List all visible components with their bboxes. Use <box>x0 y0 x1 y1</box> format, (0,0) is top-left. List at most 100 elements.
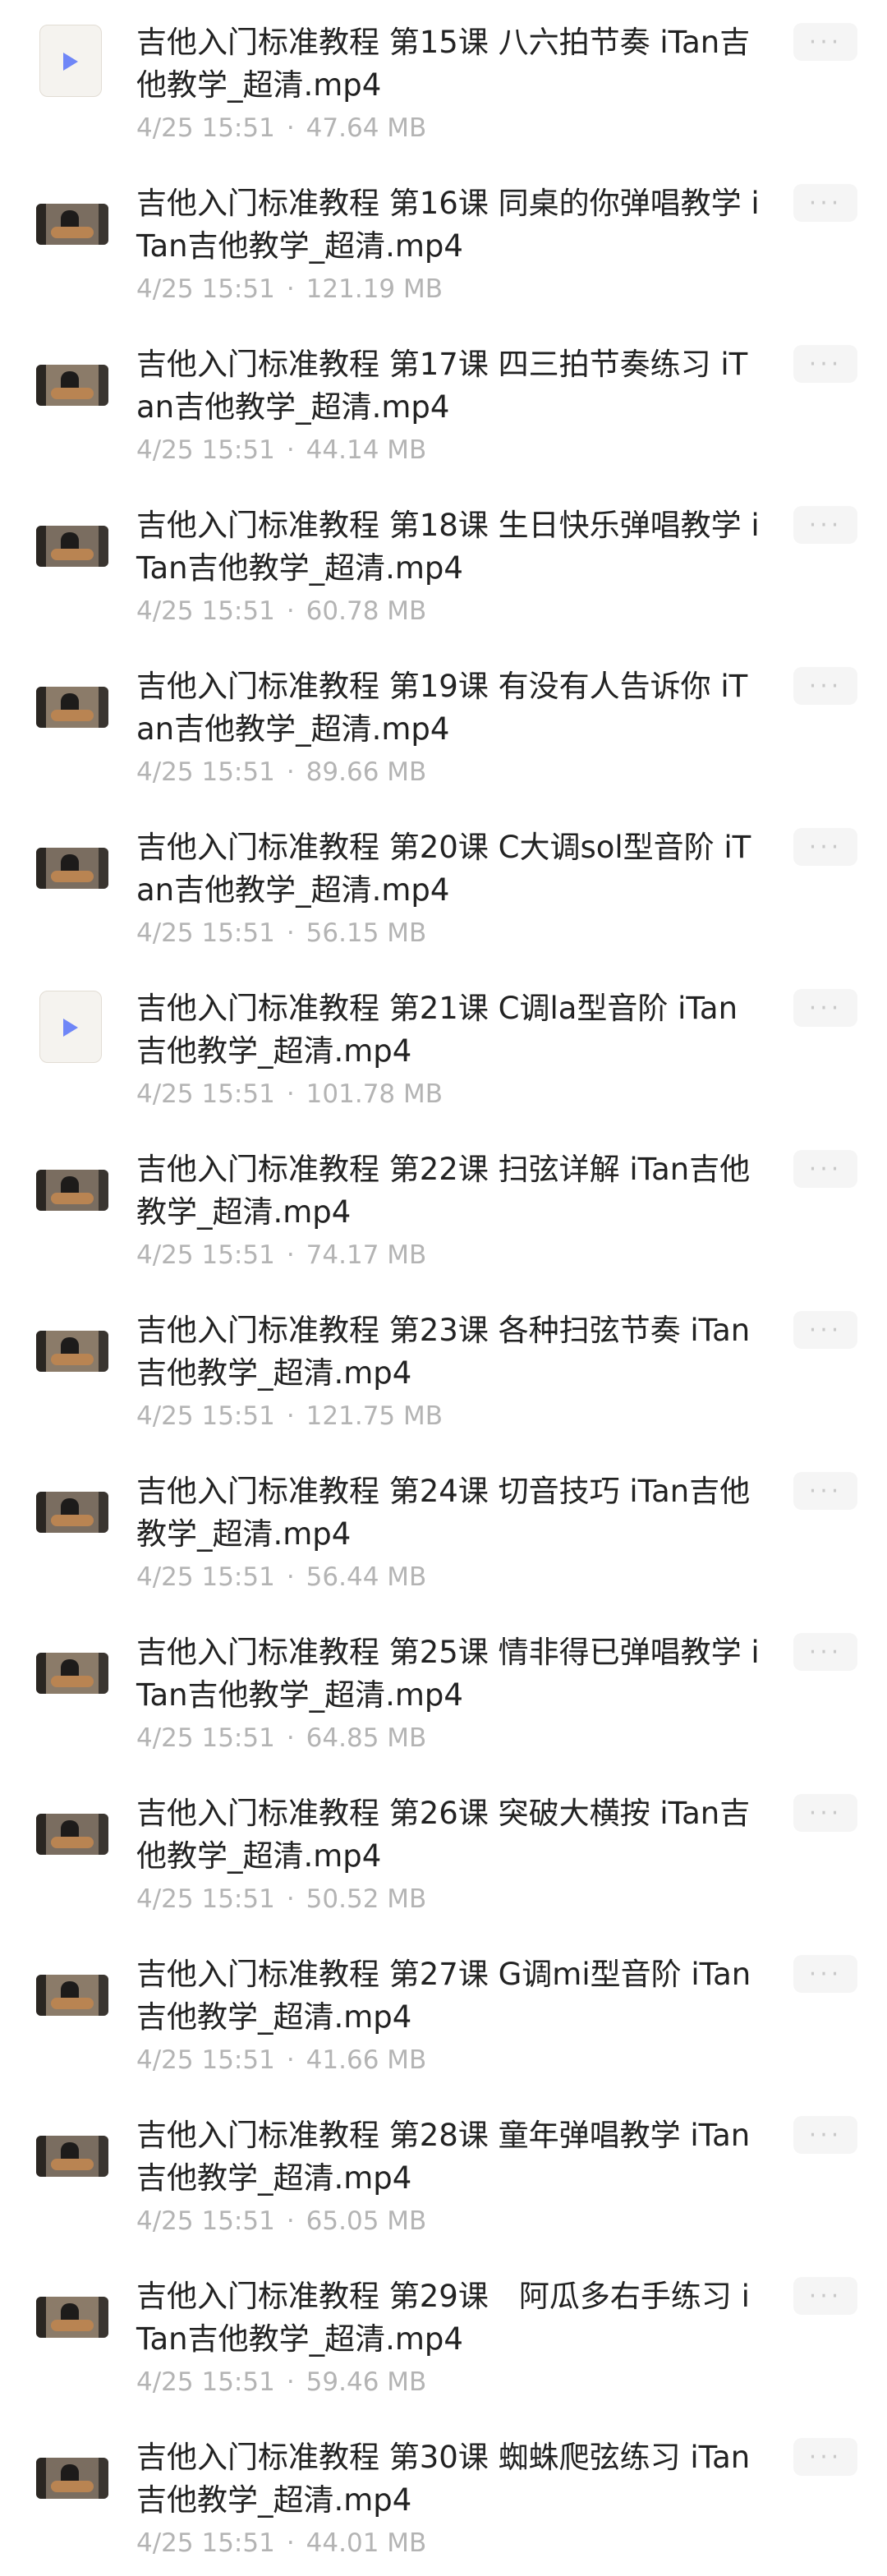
file-meta: 4/25 15:51 · 47.64 MB <box>136 112 426 145</box>
file-size: 50.52 MB <box>306 1884 427 1914</box>
video-thumbnail <box>36 1492 108 1533</box>
file-time: 4/25 15:51 <box>136 757 275 787</box>
video-file-icon <box>39 25 102 97</box>
video-thumbnail <box>36 2297 108 2338</box>
video-thumbnail <box>36 365 108 406</box>
file-name: 吉他入门标准教程 第23课 各种扫弦节奏 iTan吉他教学_超清.mp4 <box>136 1313 751 1391</box>
file-time: 4/25 15:51 <box>136 1884 275 1914</box>
file-size: 44.01 MB <box>306 2528 427 2558</box>
more-options-button[interactable]: ··· <box>793 506 857 544</box>
file-size: 44.14 MB <box>306 435 427 465</box>
file-list-item[interactable]: 吉他入门标准教程 第29课 阿瓜多右手练习 iTan吉他教学_超清.mp4 4/2… <box>0 2254 887 2415</box>
video-file-icon <box>39 991 102 1063</box>
file-list-item[interactable]: 吉他入门标准教程 第24课 切音技巧 iTan吉他教学_超清.mp4 4/25 1… <box>0 1449 887 1610</box>
file-list-item[interactable]: 吉他入门标准教程 第25课 情非得已弹唱教学 iTan吉他教学_超清.mp4 4/… <box>0 1610 887 1771</box>
more-options-button[interactable]: ··· <box>793 345 857 383</box>
more-options-button[interactable]: ··· <box>793 2116 857 2154</box>
more-options-button[interactable]: ··· <box>793 23 857 61</box>
more-options-button[interactable]: ··· <box>793 1150 857 1188</box>
file-size: 74.17 MB <box>306 1240 427 1270</box>
file-meta: 4/25 15:51 · 56.44 MB <box>136 1561 426 1594</box>
file-size: 47.64 MB <box>306 113 427 143</box>
more-options-button[interactable]: ··· <box>793 989 857 1027</box>
file-time: 4/25 15:51 <box>136 1079 275 1109</box>
file-list-item[interactable]: 吉他入门标准教程 第16课 同桌的你弹唱教学 iTan吉他教学_超清.mp4 4/… <box>0 161 887 322</box>
video-thumbnail <box>36 1170 108 1211</box>
meta-separator: · <box>286 1240 295 1270</box>
file-name: 吉他入门标准教程 第20课 C大调sol型音阶 iTan吉他教学_超清.mp4 <box>136 830 751 908</box>
file-list-item[interactable]: 吉他入门标准教程 第28课 童年弹唱教学 iTan吉他教学_超清.mp4 4/25… <box>0 2093 887 2254</box>
file-name: 吉他入门标准教程 第19课 有没有人告诉你 iTan吉他教学_超清.mp4 <box>136 669 748 747</box>
file-list-item[interactable]: 吉他入门标准教程 第15课 八六拍节奏 iTan吉他教学_超清.mp4 4/25 … <box>0 0 887 161</box>
video-thumbnail <box>36 1814 108 1855</box>
file-list-item[interactable]: 吉他入门标准教程 第23课 各种扫弦节奏 iTan吉他教学_超清.mp4 4/25… <box>0 1288 887 1449</box>
more-options-button[interactable]: ··· <box>793 667 857 705</box>
meta-separator: · <box>286 1079 295 1109</box>
file-name: 吉他入门标准教程 第28课 童年弹唱教学 iTan吉他教学_超清.mp4 <box>136 2118 751 2196</box>
more-options-button[interactable]: ··· <box>793 1794 857 1832</box>
file-list-item[interactable]: 吉他入门标准教程 第30课 蜘蛛爬弦练习 iTan吉他教学_超清.mp4 4/25… <box>0 2415 887 2576</box>
file-name: 吉他入门标准教程 第30课 蜘蛛爬弦练习 iTan吉他教学_超清.mp4 <box>136 2440 751 2518</box>
file-meta: 4/25 15:51 · 60.78 MB <box>136 595 426 628</box>
file-list-item[interactable]: 吉他入门标准教程 第18课 生日快乐弹唱教学 iTan吉他教学_超清.mp4 4/… <box>0 483 887 644</box>
video-thumbnail <box>36 204 108 245</box>
file-list-item[interactable]: 吉他入门标准教程 第22课 扫弦详解 iTan吉他教学_超清.mp4 4/25 1… <box>0 1127 887 1288</box>
file-size: 56.15 MB <box>306 918 427 948</box>
meta-separator: · <box>286 1884 295 1914</box>
file-size: 65.05 MB <box>306 2206 427 2236</box>
meta-separator: · <box>286 1562 295 1592</box>
file-list-item[interactable]: 吉他入门标准教程 第21课 C调la型音阶 iTan吉他教学_超清.mp4 4/2… <box>0 966 887 1127</box>
file-name: 吉他入门标准教程 第29课 阿瓜多右手练习 iTan吉他教学_超清.mp4 <box>136 2279 750 2357</box>
more-options-button[interactable]: ··· <box>793 1472 857 1510</box>
meta-separator: · <box>286 274 295 304</box>
meta-separator: · <box>286 1723 295 1753</box>
file-time: 4/25 15:51 <box>136 1401 275 1431</box>
file-name: 吉他入门标准教程 第16课 同桌的你弹唱教学 iTan吉他教学_超清.mp4 <box>136 186 760 264</box>
video-thumbnail <box>36 687 108 728</box>
video-thumbnail <box>36 848 108 889</box>
file-time: 4/25 15:51 <box>136 435 275 465</box>
file-time: 4/25 15:51 <box>136 2045 275 2075</box>
meta-separator: · <box>286 2206 295 2236</box>
meta-separator: · <box>286 2367 295 2397</box>
more-options-button[interactable]: ··· <box>793 1311 857 1349</box>
file-meta: 4/25 15:51 · 50.52 MB <box>136 1883 426 1916</box>
file-list: 吉他入门标准教程 第15课 八六拍节奏 iTan吉他教学_超清.mp4 4/25 … <box>0 0 887 2576</box>
more-options-button[interactable]: ··· <box>793 1955 857 1993</box>
file-time: 4/25 15:51 <box>136 596 275 626</box>
file-time: 4/25 15:51 <box>136 274 275 304</box>
file-time: 4/25 15:51 <box>136 2367 275 2397</box>
file-name: 吉他入门标准教程 第17课 四三拍节奏练习 iTan吉他教学_超清.mp4 <box>136 347 748 425</box>
file-time: 4/25 15:51 <box>136 1240 275 1270</box>
file-list-item[interactable]: 吉他入门标准教程 第20课 C大调sol型音阶 iTan吉他教学_超清.mp4 4… <box>0 805 887 966</box>
more-options-button[interactable]: ··· <box>793 828 857 866</box>
file-list-item[interactable]: 吉他入门标准教程 第17课 四三拍节奏练习 iTan吉他教学_超清.mp4 4/2… <box>0 322 887 483</box>
meta-separator: · <box>286 596 295 626</box>
meta-separator: · <box>286 1401 295 1431</box>
meta-separator: · <box>286 2045 295 2075</box>
file-list-item[interactable]: 吉他入门标准教程 第19课 有没有人告诉你 iTan吉他教学_超清.mp4 4/2… <box>0 644 887 805</box>
more-options-button[interactable]: ··· <box>793 184 857 222</box>
file-meta: 4/25 15:51 · 56.15 MB <box>136 917 426 950</box>
more-options-button[interactable]: ··· <box>793 1633 857 1671</box>
file-size: 101.78 MB <box>306 1079 444 1109</box>
file-list-item[interactable]: 吉他入门标准教程 第26课 突破大横按 iTan吉他教学_超清.mp4 4/25 … <box>0 1771 887 1932</box>
more-options-button[interactable]: ··· <box>793 2438 857 2476</box>
file-size: 64.85 MB <box>306 1723 427 1753</box>
file-list-item[interactable]: 吉他入门标准教程 第27课 G调mi型音阶 iTan吉他教学_超清.mp4 4/2… <box>0 1932 887 2093</box>
file-time: 4/25 15:51 <box>136 2206 275 2236</box>
file-time: 4/25 15:51 <box>136 113 275 143</box>
play-icon <box>63 53 78 71</box>
file-meta: 4/25 15:51 · 121.75 MB <box>136 1400 443 1433</box>
file-name: 吉他入门标准教程 第27课 G调mi型音阶 iTan吉他教学_超清.mp4 <box>136 1957 751 2035</box>
video-thumbnail <box>36 2458 108 2499</box>
file-meta: 4/25 15:51 · 89.66 MB <box>136 756 426 789</box>
more-options-button[interactable]: ··· <box>793 2277 857 2315</box>
file-size: 59.46 MB <box>306 2367 427 2397</box>
file-time: 4/25 15:51 <box>136 918 275 948</box>
file-size: 56.44 MB <box>306 1562 427 1592</box>
file-meta: 4/25 15:51 · 121.19 MB <box>136 273 443 306</box>
file-name: 吉他入门标准教程 第18课 生日快乐弹唱教学 iTan吉他教学_超清.mp4 <box>136 508 760 586</box>
file-meta: 4/25 15:51 · 41.66 MB <box>136 2044 426 2077</box>
meta-separator: · <box>286 435 295 465</box>
